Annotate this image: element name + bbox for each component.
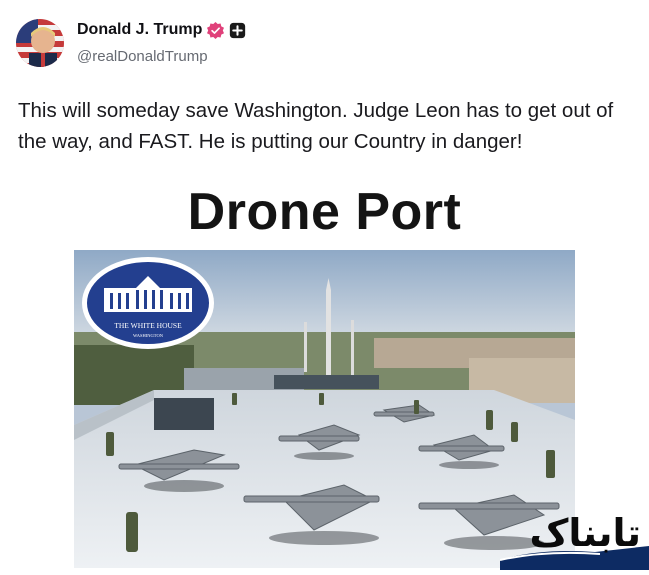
plus-badge-icon	[229, 22, 246, 39]
seal-line1: THE WHITE HOUSE	[114, 321, 182, 330]
white-house-seal: THE WHITE HOUSE WASHINGTON	[82, 257, 214, 349]
watermark-text: تابناک	[529, 511, 642, 555]
author-row: Donald J. Trump	[77, 21, 246, 39]
seal-line2: WASHINGTON	[133, 333, 164, 338]
media-title: Drone Port	[187, 183, 462, 241]
flag-portrait-avatar-icon	[16, 19, 64, 67]
avatar[interactable]	[16, 19, 64, 67]
author-handle[interactable]: @realDonaldTrump	[77, 48, 208, 65]
post-text: This will someday save Washington. Judge…	[18, 99, 614, 153]
post-image[interactable]: THE WHITE HOUSE WASHINGTON	[74, 250, 575, 568]
verified-badge-icon	[207, 21, 225, 39]
watermark-logo: تابناک	[499, 514, 649, 570]
rooftop-drone-photo-icon: THE WHITE HOUSE WASHINGTON	[74, 250, 575, 568]
author-name[interactable]: Donald J. Trump	[77, 21, 202, 39]
